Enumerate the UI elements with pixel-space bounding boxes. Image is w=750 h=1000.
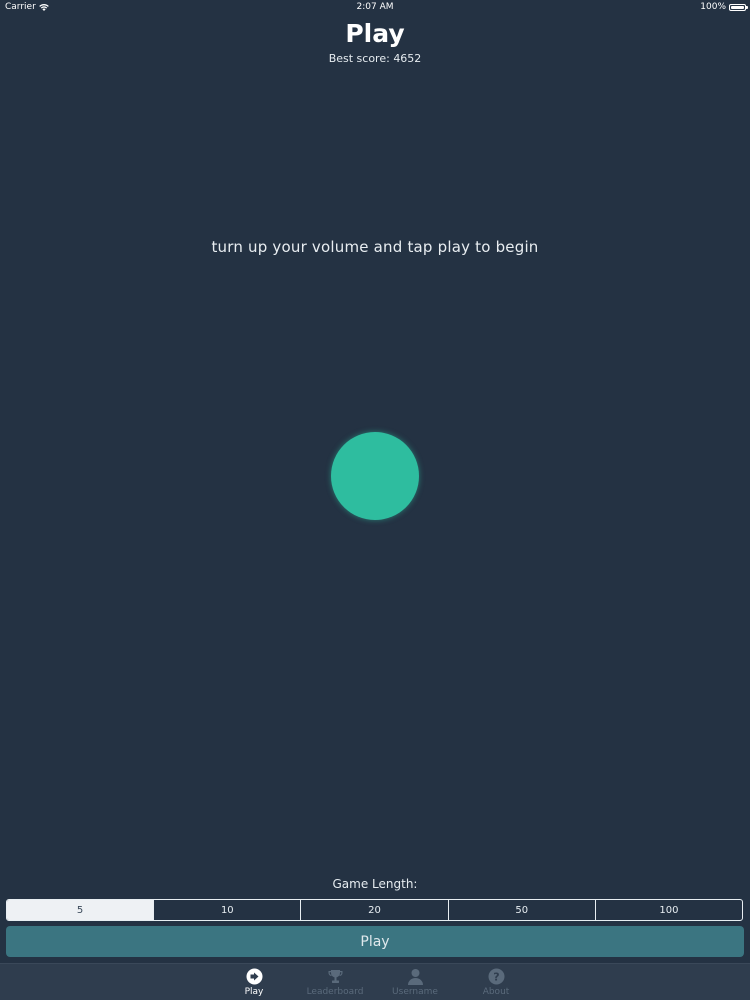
battery-percent: 100%: [700, 2, 726, 12]
play-icon: [245, 967, 263, 985]
status-time: 2:07 AM: [356, 2, 394, 12]
game-length-label: Game Length:: [332, 877, 418, 891]
page-title: Play: [345, 19, 405, 48]
tab-about[interactable]: ? About: [456, 967, 536, 997]
game-length-option-20[interactable]: 20: [300, 900, 447, 920]
battery-icon: [729, 3, 748, 11]
tab-leaderboard[interactable]: Leaderboard: [295, 967, 375, 997]
tab-play[interactable]: Play: [214, 967, 294, 997]
tab-bar: Play Leaderboard Username ? About: [0, 963, 750, 1000]
tab-label-play: Play: [244, 987, 264, 997]
play-button[interactable]: Play: [6, 926, 744, 957]
best-score-value: 4652: [393, 52, 422, 65]
user-icon: [406, 967, 424, 985]
tab-label-username: Username: [392, 987, 438, 997]
game-length-option-5[interactable]: 5: [7, 900, 154, 920]
status-bar: Carrier 2:07 AM 100%: [0, 0, 750, 16]
status-battery: 100%: [700, 2, 748, 12]
question-icon: ?: [487, 967, 505, 985]
tab-label-about: About: [482, 987, 510, 997]
best-score-label: Best score:: [328, 52, 390, 65]
game-length-option-10[interactable]: 10: [153, 900, 300, 920]
svg-text:?: ?: [493, 970, 499, 983]
app-screen: Carrier 2:07 AM 100% Play Best score: 46…: [0, 0, 750, 1000]
game-length-option-50[interactable]: 50: [447, 900, 595, 920]
best-score: Best score: 4652: [0, 52, 750, 65]
game-length-option-100[interactable]: 100: [594, 900, 742, 920]
tab-username[interactable]: Username: [375, 967, 455, 997]
trophy-icon: [326, 967, 344, 985]
tab-label-leaderboard: Leaderboard: [306, 987, 364, 997]
game-length-selector: 5 10 20 50 100: [6, 899, 743, 921]
target-circle[interactable]: [331, 432, 419, 520]
instruction-text: turn up your volume and tap play to begi…: [211, 238, 539, 256]
battery-fill: [731, 5, 744, 9]
